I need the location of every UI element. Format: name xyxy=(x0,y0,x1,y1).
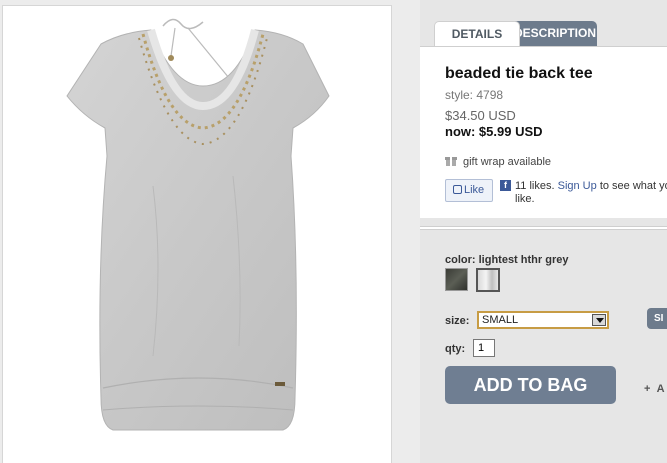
product-image[interactable] xyxy=(2,5,392,463)
dropdown-arrow-icon[interactable] xyxy=(592,314,606,326)
size-value: SMALL xyxy=(482,314,519,326)
gift-wrap-note: gift wrap available xyxy=(445,155,551,168)
facebook-icon: f xyxy=(500,180,511,191)
tshirt-image xyxy=(66,18,330,431)
gift-icon xyxy=(445,155,457,166)
secondary-action[interactable]: + A xyxy=(644,383,665,395)
details-content: beaded tie back tee style: 4798 $34.50 U… xyxy=(420,46,667,218)
color-label: color: lightest hthr grey xyxy=(445,254,569,266)
like-label: Like xyxy=(464,184,485,196)
color-swatch-grey[interactable] xyxy=(476,268,500,292)
likes-tail: to see what yo xyxy=(599,180,667,192)
original-price: $34.50 USD xyxy=(445,108,516,123)
color-swatch-dark[interactable] xyxy=(445,268,468,291)
product-page: DESCRIPTION DETAILS beaded tie back tee … xyxy=(0,0,667,463)
tab-details[interactable]: DETAILS xyxy=(434,21,520,46)
facebook-likes-text: 11 likes. Sign Up to see what yo like. xyxy=(515,180,667,206)
thumbs-up-icon xyxy=(453,185,462,194)
likes-count: 11 likes. xyxy=(515,180,555,192)
qty-input[interactable]: 1 xyxy=(473,339,495,357)
add-to-bag-button[interactable]: ADD TO BAG xyxy=(445,366,616,404)
size-select[interactable]: SMALL xyxy=(477,311,609,329)
sale-price: now: $5.99 USD xyxy=(445,124,543,139)
product-style: style: 4798 xyxy=(445,88,504,102)
product-details-panel: DESCRIPTION DETAILS beaded tie back tee … xyxy=(420,0,667,463)
facebook-like-button[interactable]: Like xyxy=(445,179,493,202)
signup-link[interactable]: Sign Up xyxy=(558,180,597,192)
size-label: size: xyxy=(445,315,470,327)
plus-icon: + xyxy=(644,383,651,395)
product-title: beaded tie back tee xyxy=(445,65,593,82)
qty-label: qty: xyxy=(445,343,466,355)
section-divider xyxy=(420,226,667,230)
likes-tail-2: like. xyxy=(515,193,535,205)
secondary-action-label: A xyxy=(656,383,665,395)
size-chart-button[interactable]: SI xyxy=(647,308,667,329)
gift-wrap-label: gift wrap available xyxy=(463,156,552,168)
tab-bar: DESCRIPTION DETAILS xyxy=(420,0,667,46)
